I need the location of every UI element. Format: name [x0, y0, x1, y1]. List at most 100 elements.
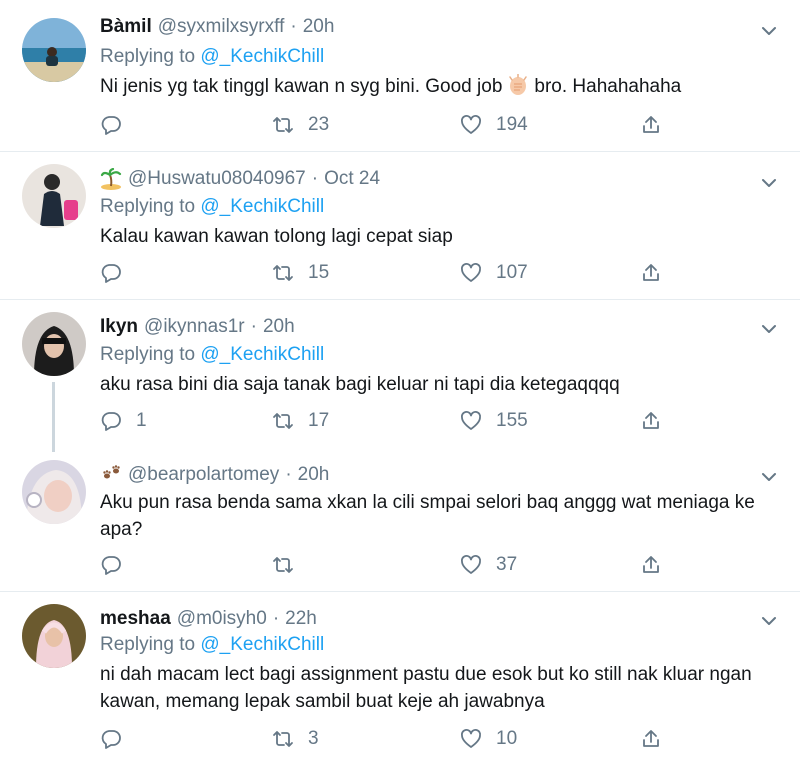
reply-count: 1: [136, 410, 147, 431]
separator-dot: ·: [290, 16, 297, 37]
share-icon: [643, 556, 659, 573]
display-name[interactable]: Ikyn: [100, 316, 138, 338]
replying-to-label: Replying to: [100, 196, 196, 217]
avatar-image: [22, 604, 86, 668]
retweet-button[interactable]: 15: [272, 260, 329, 286]
tweet-header: meshaa @m0isyh0 · 22h: [100, 606, 317, 632]
display-name[interactable]: meshaa: [100, 608, 171, 630]
mention-link[interactable]: @_KechikChill: [200, 196, 324, 217]
user-handle[interactable]: @ikynnas1r: [144, 316, 245, 338]
share-icon: [643, 730, 659, 747]
tweet[interactable]: @Huswatu08040967 · Oct 24 Replying to @_…: [0, 152, 800, 300]
timestamp[interactable]: 20h: [303, 16, 335, 38]
like-count: 155: [496, 410, 528, 431]
like-button[interactable]: 155: [460, 408, 528, 434]
user-handle[interactable]: @Huswatu08040967: [128, 168, 306, 190]
replying-to: Replying to @_KechikChill: [100, 344, 324, 366]
reply-icon: [101, 412, 121, 431]
retweet-count: 15: [308, 262, 330, 283]
mention-link[interactable]: @_KechikChill: [200, 344, 324, 365]
like-count: 37: [496, 554, 518, 575]
tweet-text: Kalau kawan kawan tolong lagi cepat siap: [100, 226, 453, 247]
timestamp[interactable]: 22h: [285, 608, 317, 630]
replying-to: Replying to @_KechikChill: [100, 634, 324, 656]
user-handle[interactable]: @syxmilxsyrxff: [158, 16, 285, 38]
reply-button[interactable]: [100, 260, 136, 286]
replying-to-label: Replying to: [100, 634, 196, 655]
reply-button[interactable]: 1: [100, 408, 147, 434]
replying-to-label: Replying to: [100, 344, 196, 365]
like-button[interactable]: 107: [460, 260, 528, 286]
avatar-image: [22, 18, 86, 82]
reply-button[interactable]: [100, 112, 136, 138]
chevron-down-icon[interactable]: [760, 22, 778, 40]
tweet[interactable]: @bearpolartomey · 20h Aku pun rasa benda…: [0, 448, 800, 592]
avatar[interactable]: [22, 164, 86, 228]
avatar[interactable]: [22, 18, 86, 82]
thread-connector-line: [52, 382, 55, 452]
mention-link[interactable]: @_KechikChill: [200, 46, 324, 67]
user-handle[interactable]: @bearpolartomey: [128, 464, 279, 486]
share-icon: [643, 412, 659, 429]
timestamp[interactable]: Oct 24: [324, 168, 380, 190]
chevron-down-icon[interactable]: [760, 612, 778, 630]
tweet-actions: 23 194: [100, 112, 680, 138]
chevron-down-icon[interactable]: [760, 320, 778, 338]
reply-icon: [101, 116, 121, 135]
retweet-button[interactable]: [272, 552, 308, 578]
separator-dot: ·: [285, 464, 292, 485]
reply-button[interactable]: [100, 726, 136, 752]
avatar-image: [22, 312, 86, 376]
chevron-down-icon[interactable]: [760, 468, 778, 486]
tweet-text: Aku pun rasa benda sama xkan la cili smp…: [100, 492, 755, 540]
separator-dot: ·: [272, 608, 280, 629]
reply-icon: [101, 264, 121, 283]
chevron-down-icon[interactable]: [760, 174, 778, 192]
share-button[interactable]: [640, 112, 676, 138]
share-button[interactable]: [640, 408, 676, 434]
tweet[interactable]: Ikyn @ikynnas1r · 20h Replying to @_Kech…: [0, 300, 800, 448]
retweet-icon: [273, 731, 293, 747]
retweet-count: 17: [308, 410, 330, 431]
timestamp[interactable]: 20h: [263, 316, 295, 338]
like-button[interactable]: 194: [460, 112, 528, 138]
heart-icon: [461, 115, 481, 134]
retweet-icon: [273, 557, 293, 573]
retweet-button[interactable]: 23: [272, 112, 329, 138]
retweet-icon: [273, 117, 293, 133]
tweet-text-part: bro. Hahahahaha: [534, 76, 682, 97]
heart-icon: [461, 263, 481, 282]
like-button[interactable]: 10: [460, 726, 517, 752]
retweet-button[interactable]: 3: [272, 726, 319, 752]
share-button[interactable]: [640, 726, 676, 752]
share-icon: [643, 116, 659, 133]
reply-icon: [101, 730, 121, 749]
tweet-text: aku rasa bini dia saja tanak bagi keluar…: [100, 374, 620, 395]
tweet-text-part: Ni jenis yg tak tinggl kawan n syg bini.…: [100, 76, 503, 97]
display-name[interactable]: Bàmil: [100, 16, 152, 38]
tweet-text: Ni jenis yg tak tinggl kawan n syg bini.…: [100, 73, 780, 100]
tweet-thread: Bàmil @syxmilxsyrxff · 20h Replying to @…: [0, 0, 800, 763]
reply-button[interactable]: [100, 552, 136, 578]
timestamp[interactable]: 20h: [298, 464, 330, 486]
avatar[interactable]: [22, 460, 86, 524]
avatar[interactable]: [22, 312, 86, 376]
retweet-count: 23: [308, 114, 330, 135]
tweet-actions: 37: [100, 552, 680, 578]
retweet-button[interactable]: 17: [272, 408, 329, 434]
avatar[interactable]: [22, 604, 86, 668]
like-button[interactable]: 37: [460, 552, 517, 578]
mention-link[interactable]: @_KechikChill: [200, 634, 324, 655]
tweet-header: @bearpolartomey · 20h: [100, 462, 329, 488]
reply-icon: [101, 556, 121, 575]
user-handle[interactable]: @m0isyh0: [177, 608, 267, 630]
avatar-image: [22, 460, 86, 524]
tweet[interactable]: meshaa @m0isyh0 · 22h Replying to @_Kech…: [0, 592, 800, 763]
like-count: 194: [496, 114, 528, 135]
replying-to: Replying to @_KechikChill: [100, 196, 324, 218]
share-button[interactable]: [640, 552, 676, 578]
tweet-actions: 1 17 155: [100, 408, 680, 434]
share-button[interactable]: [640, 260, 676, 286]
tweet[interactable]: Bàmil @syxmilxsyrxff · 20h Replying to @…: [0, 0, 800, 152]
paw-prints-emoji-icon: [103, 465, 120, 479]
